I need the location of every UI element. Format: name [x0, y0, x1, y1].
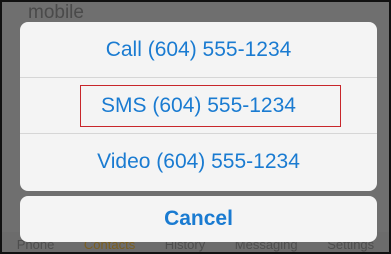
call-action-button[interactable]: Call (604) 555-1234	[20, 22, 377, 78]
call-action-label: Call (604) 555-1234	[105, 37, 292, 61]
highlight-box	[80, 85, 341, 127]
action-sheet: Call (604) 555-1234 SMS (604) 555-1234 V…	[20, 22, 377, 191]
background-section-label: mobile	[28, 2, 84, 23]
screen: mobile Phone Contacts History Messaging …	[0, 0, 391, 254]
video-action-button[interactable]: Video (604) 555-1234	[20, 134, 377, 190]
sms-action-button[interactable]: SMS (604) 555-1234	[20, 78, 377, 134]
cancel-button[interactable]: Cancel	[20, 196, 377, 242]
cancel-label: Cancel	[164, 207, 233, 230]
video-action-label: Video (604) 555-1234	[97, 150, 300, 173]
